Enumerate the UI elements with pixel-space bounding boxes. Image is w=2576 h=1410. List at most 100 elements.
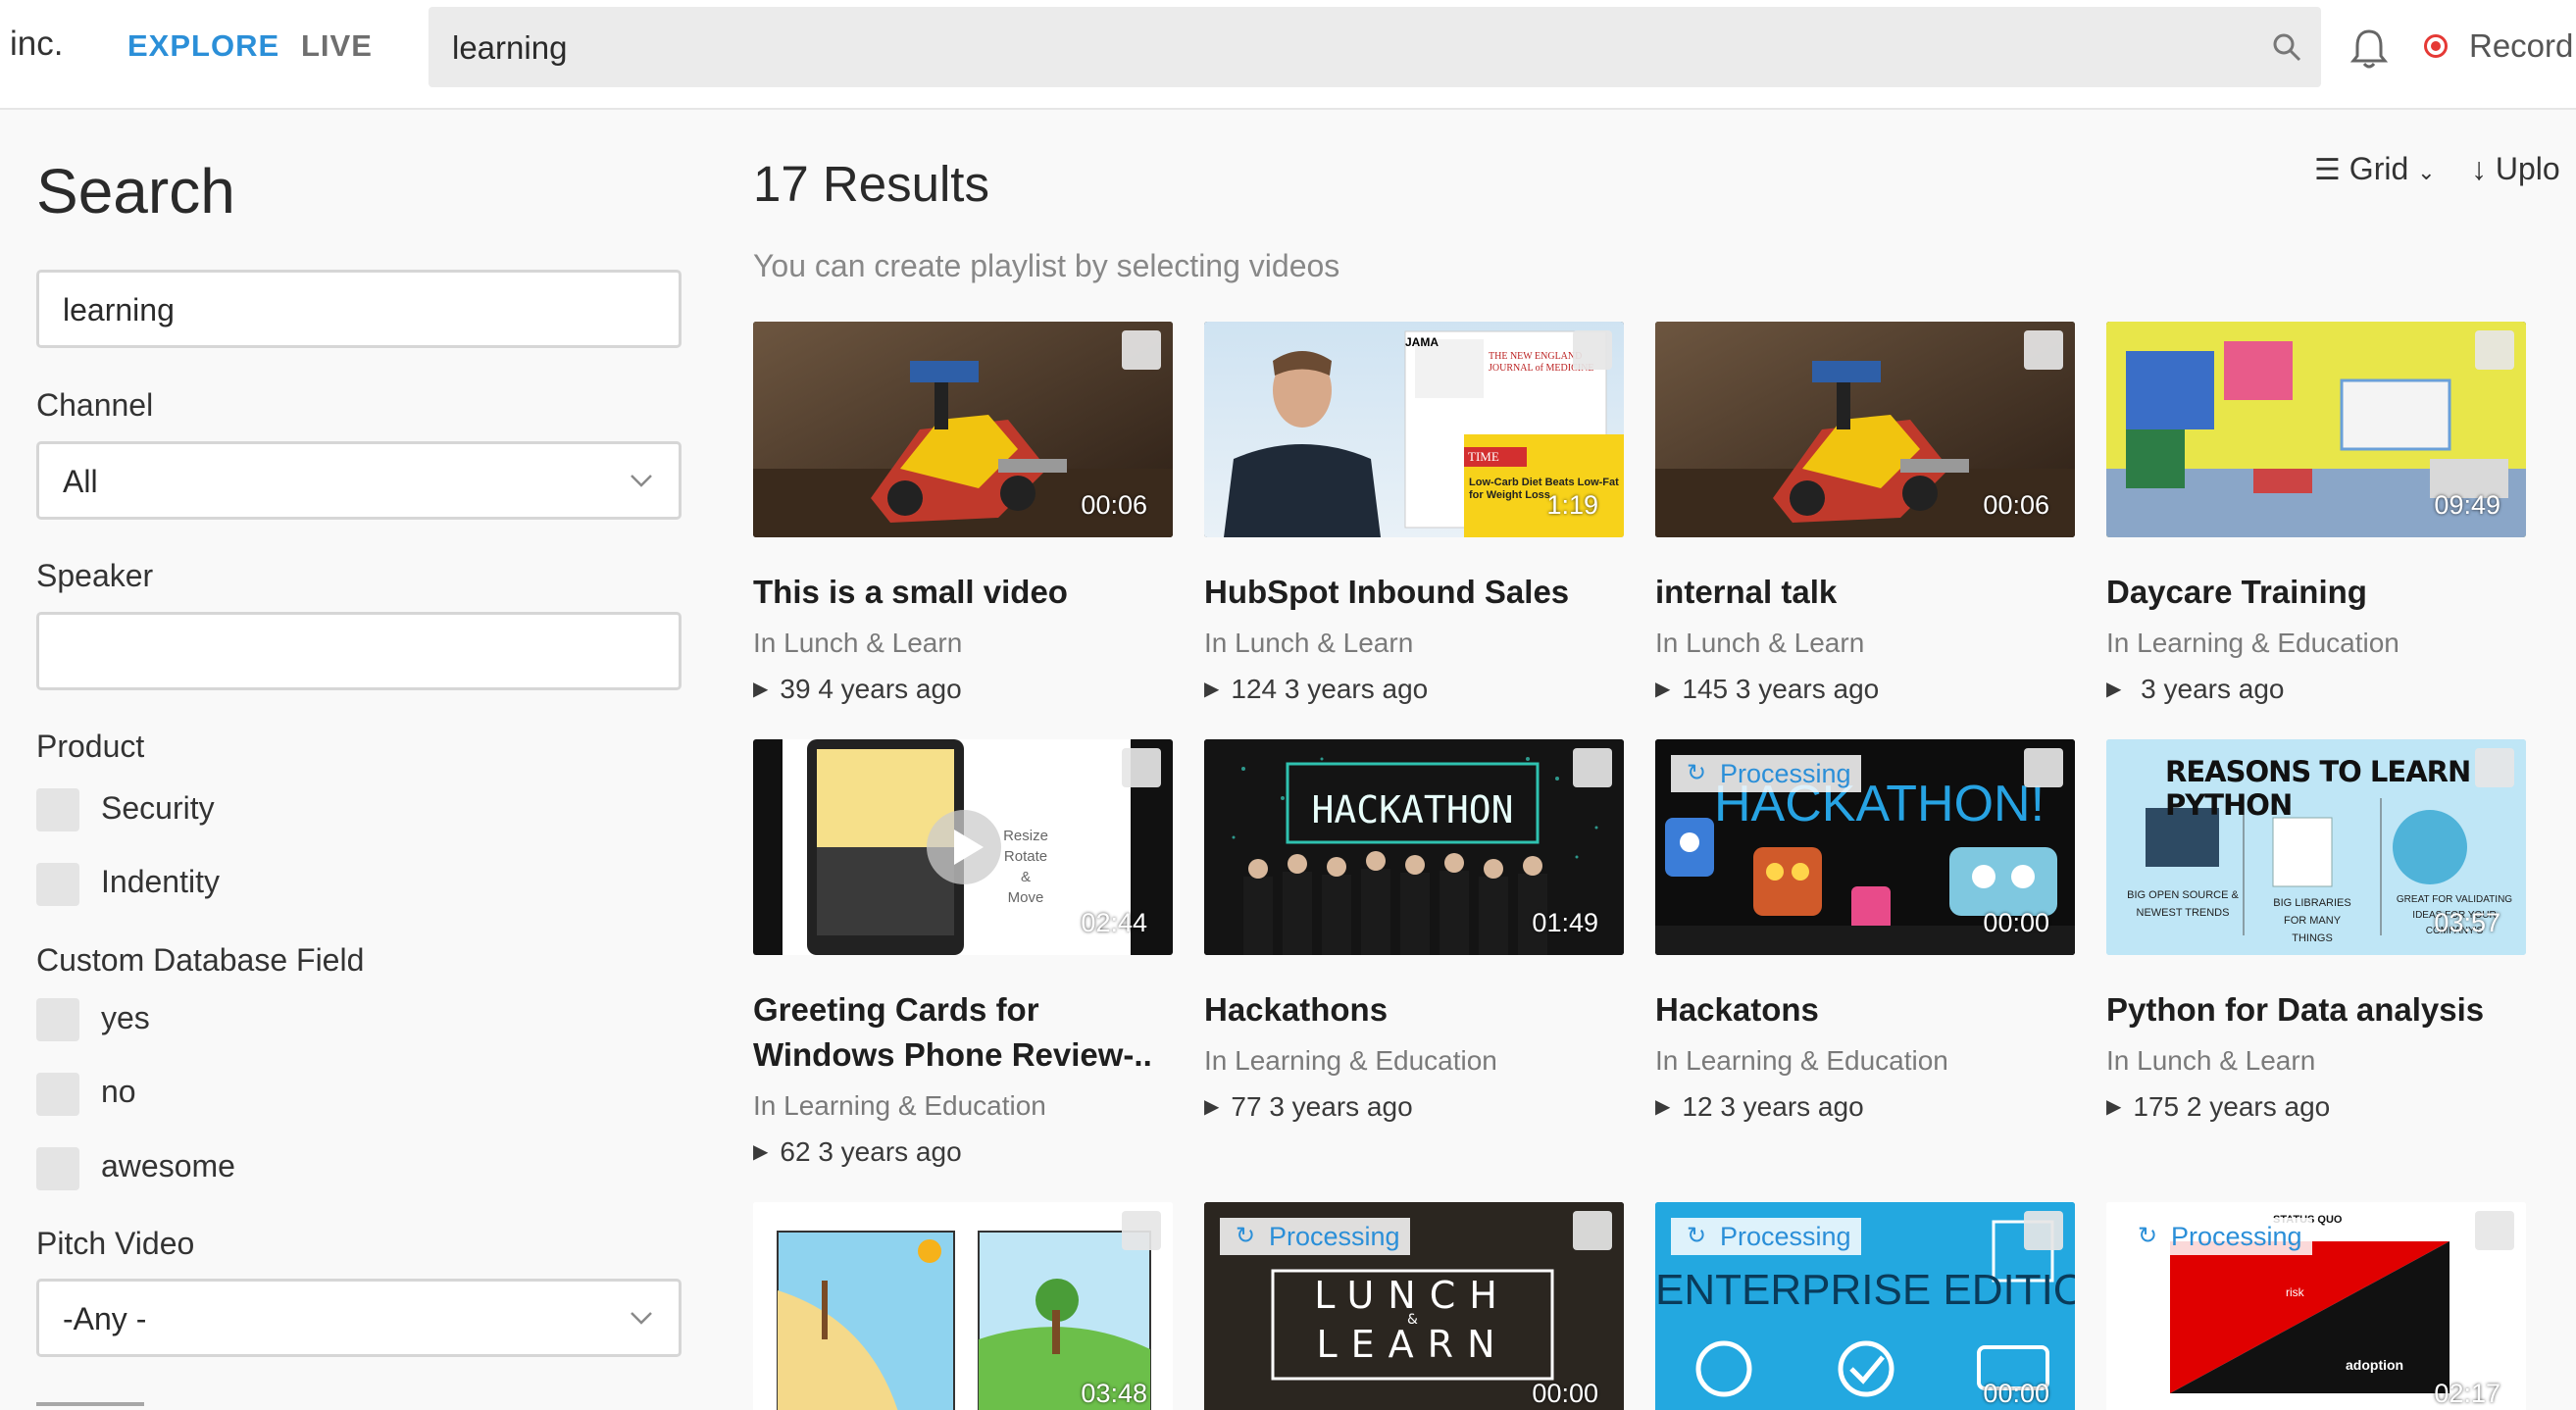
video-card[interactable]: STATUS QUO risk adoption Processing 02:1…: [2106, 1202, 2526, 1410]
python-point-1: BIG OPEN SOURCE & NEWEST TRENDS: [2127, 889, 2239, 919]
top-bar: inc. EXPLORE LIVE learning Record: [0, 0, 2576, 110]
video-title[interactable]: Python for Data analysis: [2106, 987, 2538, 1032]
product-label: Product: [36, 729, 145, 764]
play-icon: ▶: [753, 679, 769, 700]
video-duration: 00:00: [1983, 1379, 2049, 1408]
select-checkbox[interactable]: [1122, 1211, 1161, 1250]
video-card[interactable]: 03:48: [753, 1202, 1173, 1410]
video-title[interactable]: internal talk: [1655, 570, 2087, 615]
video-thumbnail[interactable]: Resize Rotate & Move 02:44: [753, 739, 1173, 955]
video-thumbnail[interactable]: HACKATHON 01:49: [1204, 739, 1624, 955]
play-icon: ▶: [2106, 679, 2122, 700]
video-channel[interactable]: In Learning & Education: [1204, 1045, 1497, 1077]
select-checkbox[interactable]: [2475, 330, 2514, 370]
video-channel[interactable]: In Lunch & Learn: [1204, 628, 1413, 659]
select-checkbox[interactable]: [1122, 748, 1161, 787]
upload-button[interactable]: ↓ Uplo: [2471, 151, 2560, 187]
video-stats: ▶ 124 3 years ago: [1204, 674, 1428, 705]
video-title[interactable]: Hackathons: [1204, 987, 1636, 1032]
select-checkbox[interactable]: [1573, 1211, 1612, 1250]
product-indentity-checkbox[interactable]: [36, 863, 79, 906]
video-stats: ▶ 145 3 years ago: [1655, 674, 1879, 705]
brand-logo[interactable]: inc.: [10, 25, 63, 64]
custom-yes-label[interactable]: yes: [101, 1000, 150, 1036]
video-channel[interactable]: In Lunch & Learn: [2106, 1045, 2315, 1077]
video-thumbnail[interactable]: LUNCH & LEARN Processing 00:00: [1204, 1202, 1624, 1410]
channel-select[interactable]: All: [36, 441, 682, 520]
video-thumbnail[interactable]: REASONS TO LEARN PYTHON BIG OPEN SOURCE …: [2106, 739, 2526, 955]
video-duration: 1:19: [1546, 490, 1598, 520]
video-views: 124: [1231, 674, 1278, 704]
record-button[interactable]: Record: [2469, 27, 2573, 65]
select-checkbox[interactable]: [2024, 1211, 2063, 1250]
video-thumbnail[interactable]: STATUS QUO risk adoption Processing 02:1…: [2106, 1202, 2526, 1410]
select-checkbox[interactable]: [2475, 1211, 2514, 1250]
video-stats: ▶ 39 4 years ago: [753, 674, 962, 705]
video-thumbnail[interactable]: JAMA THE NEW ENGLAND JOURNAL of MEDICINE…: [1204, 322, 1624, 537]
custom-awesome-label[interactable]: awesome: [101, 1148, 235, 1184]
play-icon: ▶: [2106, 1096, 2122, 1118]
record-icon[interactable]: [2424, 34, 2448, 58]
custom-awesome-checkbox[interactable]: [36, 1147, 79, 1190]
results-count: 17 Results: [753, 156, 989, 212]
arrow-down-icon: ↓: [2471, 151, 2487, 186]
search-icon[interactable]: [2272, 32, 2301, 62]
select-checkbox[interactable]: [1122, 330, 1161, 370]
custom-yes-checkbox[interactable]: [36, 998, 79, 1041]
select-checkbox[interactable]: [2024, 748, 2063, 787]
video-title[interactable]: Greeting Cards for Windows Phone Review-…: [753, 987, 1185, 1078]
speaker-input[interactable]: [36, 612, 682, 690]
select-checkbox[interactable]: [2024, 330, 2063, 370]
speaker-label: Speaker: [36, 558, 154, 593]
select-checkbox[interactable]: [1573, 330, 1612, 370]
video-duration: 00:06: [1081, 490, 1147, 520]
video-thumbnail[interactable]: ENTERPRISE EDITION Processing 00:00: [1655, 1202, 2075, 1410]
video-channel[interactable]: In Learning & Education: [1655, 1045, 1948, 1077]
video-stats: ▶ 3 years ago: [2106, 674, 2285, 705]
video-title[interactable]: This is a small video: [753, 570, 1185, 615]
view-mode-dropdown[interactable]: ☰ Grid ⌄: [2314, 151, 2436, 187]
play-icon: ▶: [1204, 1096, 1220, 1118]
product-security-label[interactable]: Security: [101, 790, 215, 827]
video-duration: 01:49: [1532, 908, 1598, 937]
play-icon: ▶: [753, 1141, 769, 1163]
video-channel[interactable]: In Lunch & Learn: [753, 628, 962, 659]
nav-explore[interactable]: EXPLORE: [127, 28, 279, 64]
video-age: 2 years ago: [2186, 1091, 2331, 1122]
video-title[interactable]: Hackatons: [1655, 987, 2087, 1032]
video-duration: 02:17: [2434, 1379, 2500, 1408]
video-thumbnail[interactable]: 00:06: [1655, 322, 2075, 537]
sidebar-search-input[interactable]: learning: [36, 270, 682, 348]
video-channel[interactable]: In Learning & Education: [2106, 628, 2399, 659]
lowcarb-headline: Low-Carb Diet Beats Low-Fat for Weight L…: [1469, 477, 1619, 501]
list-icon: ☰: [2314, 154, 2341, 186]
video-channel[interactable]: In Lunch & Learn: [1655, 628, 1864, 659]
product-security-checkbox[interactable]: [36, 788, 79, 831]
video-card[interactable]: ENTERPRISE EDITION Processing 00:00: [1655, 1202, 2075, 1410]
select-checkbox[interactable]: [2475, 748, 2514, 787]
product-indentity-label[interactable]: Indentity: [101, 864, 220, 900]
video-duration: 02:44: [1081, 908, 1147, 937]
video-stats: ▶ 12 3 years ago: [1655, 1091, 1864, 1123]
global-search-input[interactable]: learning: [429, 7, 2321, 87]
custom-no-checkbox[interactable]: [36, 1073, 79, 1116]
nav-live[interactable]: LIVE: [301, 28, 373, 64]
channel-label: Channel: [36, 387, 154, 423]
python-slide-title: REASONS TO LEARN PYTHON: [2165, 755, 2471, 822]
video-thumbnail[interactable]: 00:06: [753, 322, 1173, 537]
video-thumbnail[interactable]: 03:48: [753, 1202, 1173, 1410]
select-checkbox[interactable]: [1573, 748, 1612, 787]
chevron-down-icon: [631, 1312, 652, 1325]
video-channel[interactable]: In Learning & Education: [753, 1090, 1046, 1122]
video-thumbnail[interactable]: HACKATHON! Processing 00:00: [1655, 739, 2075, 955]
video-card[interactable]: LUNCH & LEARN Processing 00:00: [1204, 1202, 1624, 1410]
video-views: 145: [1682, 674, 1729, 704]
video-title[interactable]: Daycare Training: [2106, 570, 2538, 615]
custom-no-label[interactable]: no: [101, 1074, 136, 1110]
video-age: 3 years ago: [1720, 1091, 1864, 1122]
video-views: 12: [1682, 1091, 1713, 1122]
pitch-video-select[interactable]: -Any -: [36, 1279, 682, 1357]
bell-icon[interactable]: [2349, 27, 2389, 71]
video-title[interactable]: HubSpot Inbound Sales: [1204, 570, 1636, 615]
video-thumbnail[interactable]: 09:49: [2106, 322, 2526, 537]
